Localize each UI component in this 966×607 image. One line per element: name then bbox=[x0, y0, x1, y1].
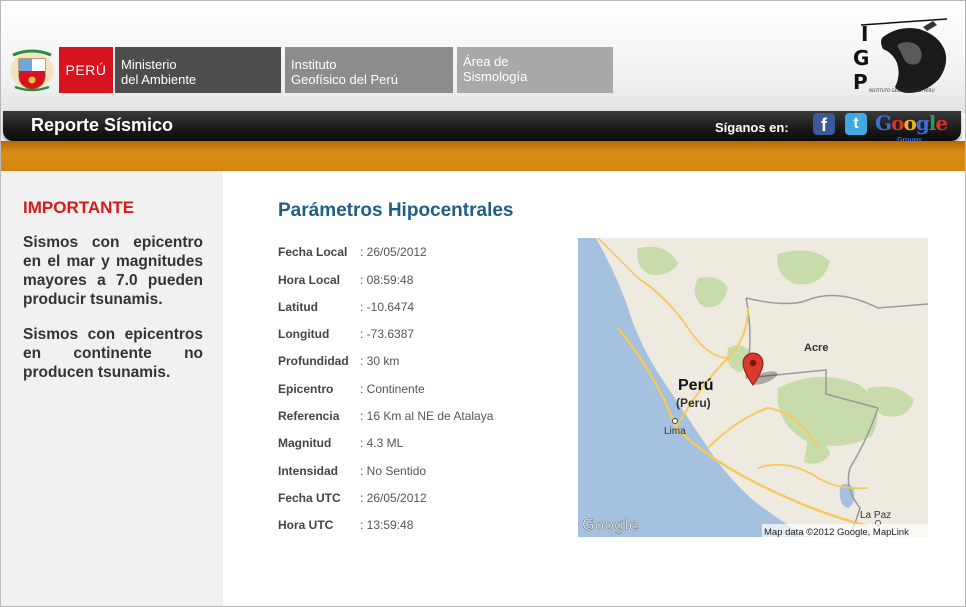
param-value: : -73.6387 bbox=[360, 327, 415, 341]
facebook-icon[interactable]: f bbox=[813, 113, 835, 135]
igp-logo[interactable]: I G P INSTITUTO GEOFÍSICO DEL PERÚ bbox=[847, 15, 951, 95]
logo-letter-p: P bbox=[853, 70, 868, 94]
param-value: : 08:59:48 bbox=[360, 273, 414, 287]
param-value: : 26/05/2012 bbox=[360, 245, 427, 259]
param-value: : 16 Km al NE de Atalaya bbox=[360, 409, 494, 423]
twitter-icon[interactable]: t bbox=[845, 113, 867, 135]
param-label: Intensidad bbox=[278, 464, 339, 478]
orange-band bbox=[1, 141, 965, 171]
org-link-ministerio[interactable]: Ministerio del Ambiente bbox=[115, 47, 281, 93]
section-title: Parámetros Hipocentrales bbox=[278, 200, 514, 221]
param-label: Epicentro bbox=[278, 382, 334, 396]
param-value: : Continente bbox=[360, 382, 425, 396]
param-label: Fecha UTC bbox=[278, 491, 341, 505]
follow-label: Síganos en: bbox=[715, 120, 789, 135]
map-label-la-paz: La Paz bbox=[860, 510, 891, 521]
org-line: del Ambiente bbox=[121, 72, 197, 87]
map-label-lima: Lima bbox=[664, 426, 686, 437]
tsunami-note-land: Sismos con epicentros en continente no p… bbox=[23, 326, 203, 381]
page-frame: PERÚ Ministerio del Ambiente Instituto G… bbox=[0, 0, 966, 607]
important-heading: IMPORTANTE bbox=[23, 198, 135, 217]
param-label: Longitud bbox=[278, 327, 330, 341]
google-map-logo: Google bbox=[582, 515, 638, 534]
epicenter-map[interactable]: Acre Perú (Peru) Lima La Paz Google Map … bbox=[578, 238, 928, 537]
tsunami-note-sea: Sismos con epicentro en el mar y magnitu… bbox=[23, 234, 203, 308]
peru-coat-of-arms-icon bbox=[10, 49, 54, 92]
lima-dot bbox=[672, 418, 678, 424]
org-line: Ministerio bbox=[121, 57, 177, 72]
logo-letter-i: I bbox=[861, 22, 868, 46]
org-line: Geofísico del Perú bbox=[291, 72, 398, 87]
org-line: Instituto bbox=[291, 57, 337, 72]
param-label: Profundidad bbox=[278, 354, 349, 368]
map-label-peru: Perú bbox=[678, 377, 714, 394]
title-bar: Reporte Sísmico Síganos en: f t Google G… bbox=[3, 111, 961, 144]
page-title: Reporte Sísmico bbox=[31, 115, 174, 135]
map-label-acre: Acre bbox=[804, 342, 828, 354]
org-link-sismologia[interactable]: Área de Sismología bbox=[457, 47, 613, 93]
map-attribution: Map data ©2012 Google, MapLink bbox=[764, 527, 909, 537]
param-label: Latitud bbox=[278, 300, 318, 314]
map-canvas: Acre Perú (Peru) Lima La Paz Google Map … bbox=[578, 238, 928, 537]
map-label-peru-sub: (Peru) bbox=[676, 396, 711, 410]
sidebar: IMPORTANTE Sismos con epicentro en el ma… bbox=[1, 171, 223, 606]
param-value: : No Sentido bbox=[360, 464, 427, 478]
param-value: : 4.3 ML bbox=[360, 436, 404, 450]
org-line: Área de bbox=[463, 54, 509, 69]
param-value: : 13:59:48 bbox=[360, 518, 414, 532]
google-groups-icon[interactable]: Google Groups bbox=[875, 111, 948, 144]
param-label: Hora UTC bbox=[278, 518, 334, 532]
param-label: Magnitud bbox=[278, 436, 332, 450]
param-value: : -10.6474 bbox=[360, 300, 415, 314]
peru-badge: PERÚ bbox=[59, 47, 113, 93]
param-label: Referencia bbox=[278, 409, 340, 423]
org-line: Sismología bbox=[463, 69, 528, 84]
logo-caption: INSTITUTO GEOFÍSICO DEL PERÚ bbox=[869, 88, 935, 93]
org-link-instituto[interactable]: Instituto Geofísico del Perú bbox=[285, 47, 453, 93]
param-value: : 30 km bbox=[360, 354, 400, 368]
param-label: Fecha Local bbox=[278, 245, 348, 259]
site-header: PERÚ Ministerio del Ambiente Instituto G… bbox=[1, 1, 965, 113]
logo-letter-g: G bbox=[853, 46, 869, 70]
param-label: Hora Local bbox=[278, 273, 341, 287]
param-value: : 26/05/2012 bbox=[360, 491, 427, 505]
